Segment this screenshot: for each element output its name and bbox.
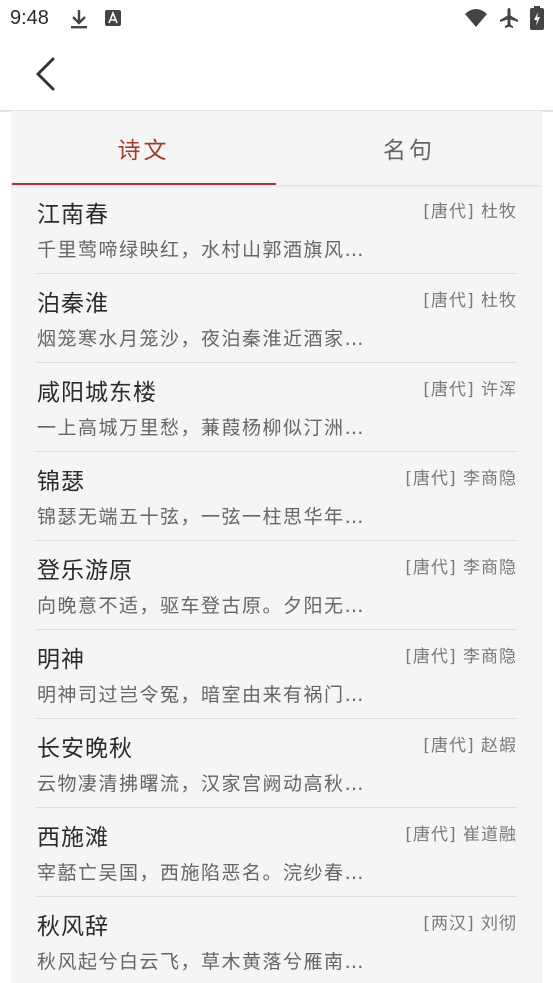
poem-author: [唐代] 崔道融 [405, 825, 517, 845]
poem-excerpt: 秋风起兮白云飞，草木黄落兮雁南… [37, 951, 366, 973]
poem-author: [两汉] 刘彻 [423, 914, 517, 934]
poem-excerpt: 向晚意不适，驱车登古原。夕阳无… [37, 595, 366, 617]
app-bar [0, 38, 553, 110]
poem-list-item[interactable]: 秋风辞 [两汉] 刘彻秋风起兮白云飞，草木黄落兮雁南… [36, 897, 517, 983]
poem-title: 西施滩 [37, 825, 109, 851]
poem-excerpt: 锦瑟无端五十弦，一弦一柱思华年… [37, 506, 366, 528]
tab-bar: 诗文 名句 [11, 111, 542, 186]
wifi-icon [464, 8, 488, 32]
poem-title: 锦瑟 [37, 469, 85, 495]
tab-poems[interactable]: 诗文 [11, 111, 276, 185]
poem-title: 明神 [37, 647, 85, 673]
poem-excerpt: 一上高城万里愁，蒹葭杨柳似汀洲… [37, 417, 366, 439]
poem-list-item[interactable]: 长安晚秋 [唐代] 赵嘏云物凄清拂曙流，汉家宫阙动高秋… [36, 719, 517, 808]
poem-excerpt: 烟笼寒水月笼沙，夜泊秦淮近酒家… [37, 328, 366, 350]
poem-author: [唐代] 许浑 [423, 380, 517, 400]
poem-list-item[interactable]: 咸阳城东楼 [唐代] 许浑一上高城万里愁，蒹葭杨柳似汀洲… [36, 363, 517, 452]
poem-title: 咸阳城东楼 [37, 380, 157, 406]
chevron-left-icon [36, 57, 55, 91]
poem-list-item[interactable]: 泊秦淮 [唐代] 杜牧烟笼寒水月笼沙，夜泊秦淮近酒家… [36, 274, 517, 363]
poem-excerpt: 云物凄清拂曙流，汉家宫阙动高秋… [37, 773, 366, 795]
poem-title: 江南春 [37, 202, 109, 228]
poem-excerpt: 宰嚭亡吴国，西施陷恶名。浣纱春… [37, 862, 366, 884]
poem-list-item[interactable]: 西施滩 [唐代] 崔道融宰嚭亡吴国，西施陷恶名。浣纱春… [36, 808, 517, 897]
back-button[interactable] [20, 48, 72, 100]
poem-list-item[interactable]: 登乐游原 [唐代] 李商隐向晚意不适，驱车登古原。夕阳无… [36, 541, 517, 630]
poem-excerpt: 明神司过岂令冤，暗室由来有祸门… [37, 684, 366, 706]
poem-title: 泊秦淮 [37, 291, 109, 317]
download-icon [68, 8, 90, 34]
poem-author: [唐代] 李商隐 [405, 647, 517, 667]
airplane-icon [497, 6, 521, 34]
poem-author: [唐代] 杜牧 [423, 291, 517, 311]
poem-list-item[interactable]: 明神 [唐代] 李商隐明神司过岂令冤，暗室由来有祸门… [36, 630, 517, 719]
poem-title: 登乐游原 [37, 558, 133, 584]
tab-quotes[interactable]: 名句 [276, 111, 542, 185]
poem-list: 江南春 [唐代] 杜牧 千里莺啼绿映红，水村山郭酒旗风… 泊秦淮 [唐代] 杜牧 烟笼寒水… [11, 185, 542, 983]
poem-list-item[interactable]: 锦瑟 [唐代] 李商隐锦瑟无端五十弦，一弦一柱思华年… [36, 452, 517, 541]
poem-author: [唐代] 李商隐 [405, 558, 517, 578]
poem-list-item[interactable]: 江南春 [唐代] 杜牧千里莺啼绿映红，水村山郭酒旗风… [36, 185, 517, 274]
poem-author: [唐代] 杜牧 [423, 202, 517, 222]
status-bar: 9:48 [0, 0, 553, 38]
poem-title: 秋风辞 [37, 914, 109, 940]
poem-excerpt: 千里莺啼绿映红，水村山郭酒旗风… [37, 239, 366, 261]
poem-author: [唐代] 李商隐 [405, 469, 517, 489]
poem-author: [唐代] 赵嘏 [423, 736, 517, 756]
poem-title: 长安晚秋 [37, 736, 133, 762]
battery-charging-icon [530, 6, 544, 34]
content-panel: 诗文 名句 江南春 [唐代] 杜牧 千里莺啼绿映红，水村山郭酒旗风… 泊秦淮 [唐代] … [11, 111, 542, 983]
status-time: 9:48 [10, 7, 49, 29]
text-a-icon [104, 8, 122, 32]
